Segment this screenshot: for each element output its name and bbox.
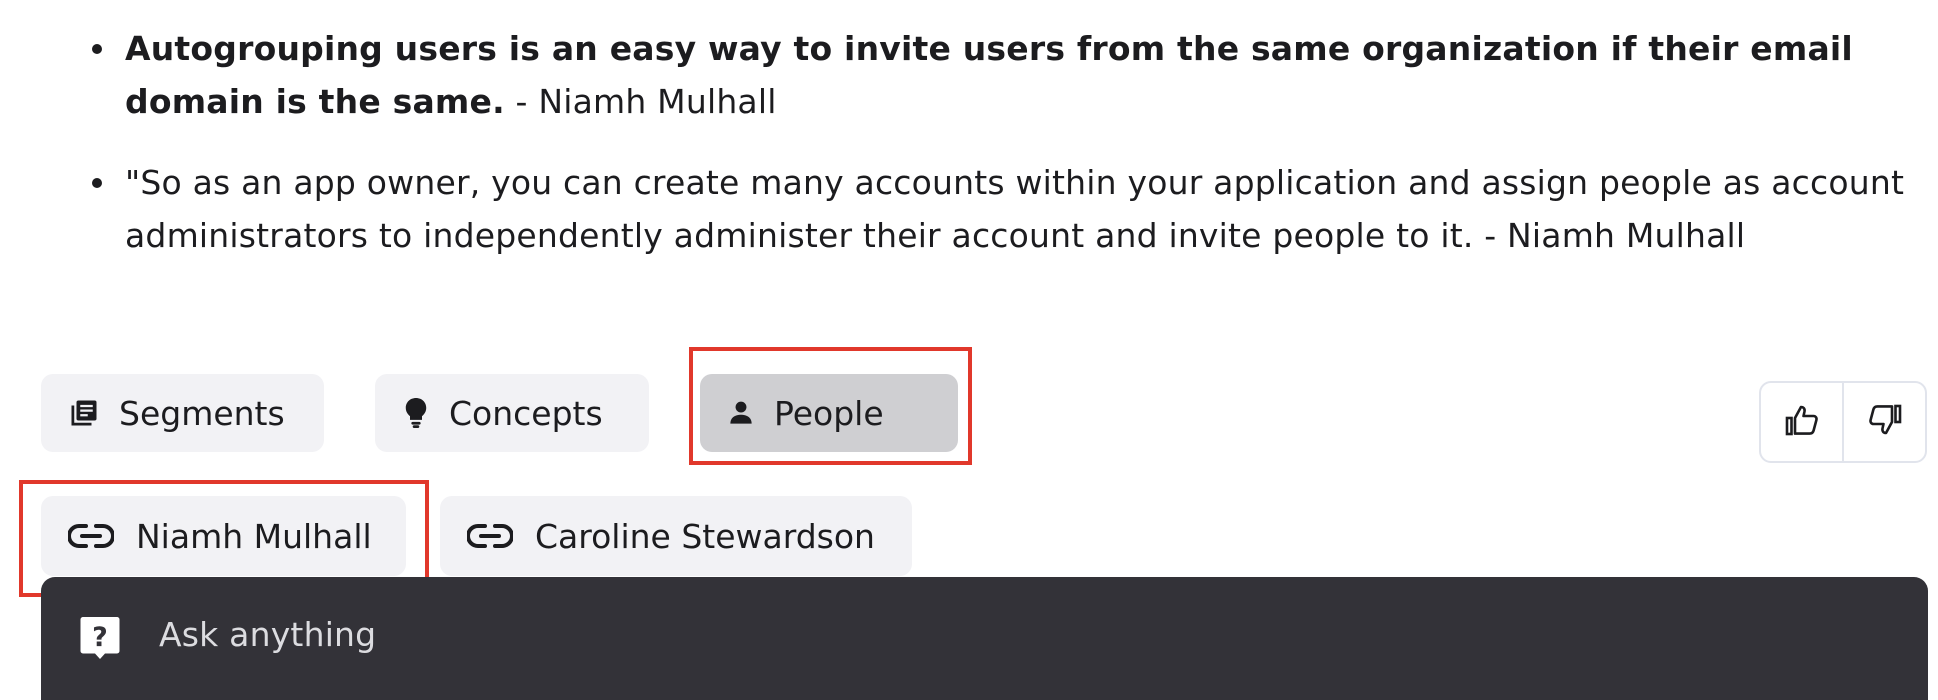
quote-item: Autogrouping users is an easy way to inv… [0, 22, 1938, 128]
quote-item: "So as an app owner, you can create many… [0, 156, 1938, 262]
ask-input-placeholder[interactable]: Ask anything [159, 615, 376, 655]
person-icon [728, 398, 754, 428]
quote-attribution: - Niamh Mulhall [504, 82, 777, 121]
person-link-niamh-mulhall[interactable]: Niamh Mulhall [41, 496, 406, 576]
svg-text:?: ? [92, 622, 108, 653]
bullet-dot [92, 44, 102, 54]
thumbs-down-icon [1868, 404, 1902, 440]
quote-bold-text: Autogrouping users is an easy way to inv… [125, 29, 1853, 121]
person-link-caroline-stewardson[interactable]: Caroline Stewardson [440, 496, 912, 576]
thumbs-up-button[interactable] [1761, 383, 1842, 461]
concepts-tab-label: Concepts [449, 393, 603, 433]
segments-tab[interactable]: Segments [41, 374, 324, 452]
person-link-label: Niamh Mulhall [136, 516, 372, 556]
people-tab[interactable]: People [700, 374, 958, 452]
people-tab-label: People [774, 393, 884, 433]
link-icon [467, 521, 513, 551]
person-link-label: Caroline Stewardson [535, 516, 875, 556]
bullet-dot [92, 178, 102, 188]
question-bubble-icon: ? [79, 615, 121, 665]
lightbulb-icon [403, 398, 429, 428]
feedback-group [1759, 381, 1927, 463]
link-icon [68, 521, 114, 551]
ask-bar[interactable]: ? Ask anything [41, 577, 1928, 700]
concepts-tab[interactable]: Concepts [375, 374, 649, 452]
thumbs-up-icon [1785, 404, 1819, 440]
segments-tab-label: Segments [119, 393, 285, 433]
thumbs-down-button[interactable] [1842, 383, 1925, 461]
quote-list: Autogrouping users is an easy way to inv… [0, 22, 1938, 290]
quote-text: "So as an app owner, you can create many… [125, 163, 1905, 255]
page: Autogrouping users is an easy way to inv… [0, 0, 1938, 700]
library-books-icon [69, 398, 99, 428]
